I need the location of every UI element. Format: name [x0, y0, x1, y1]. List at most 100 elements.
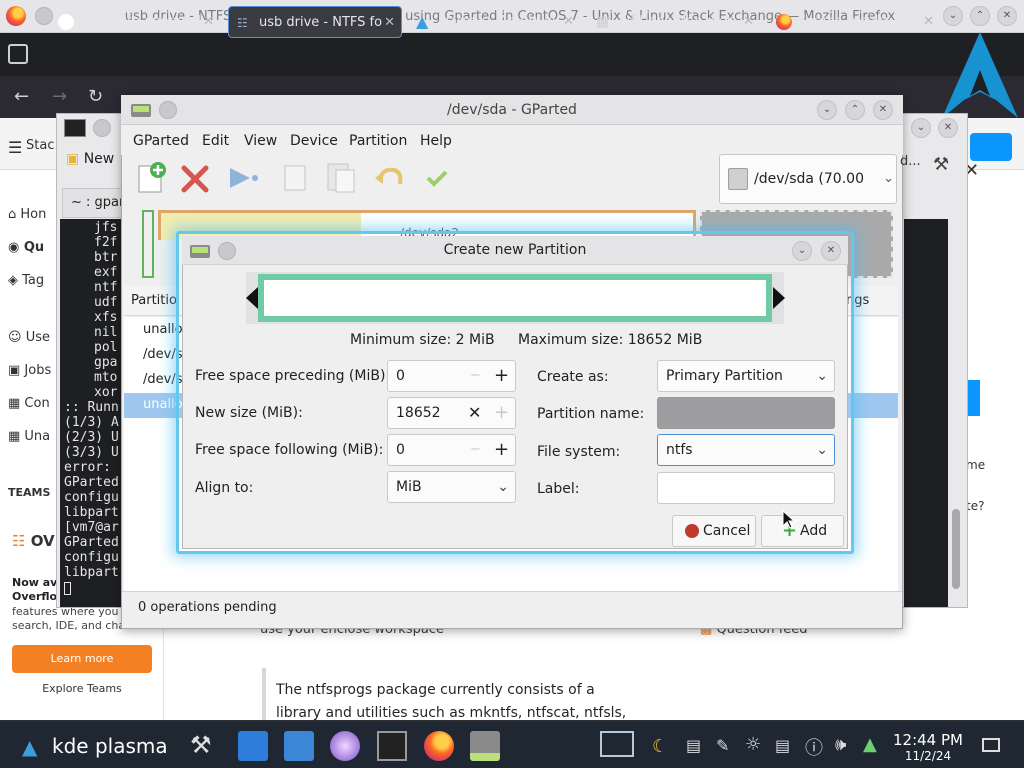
- gparted-minimize-button[interactable]: ⌄: [817, 100, 837, 120]
- sidebar-item-users[interactable]: ☺ Use: [8, 330, 50, 345]
- delete-partition-icon[interactable]: [178, 160, 212, 196]
- gparted-taskbar-icon[interactable]: [470, 731, 500, 761]
- copy-icon[interactable]: [280, 160, 314, 196]
- clock-time[interactable]: 12:44 PM: [888, 731, 968, 749]
- firefox-taskbar-icon[interactable]: [424, 731, 454, 761]
- free-following-spinner[interactable]: 0 − +: [387, 434, 516, 466]
- ask-question-button[interactable]: [966, 380, 980, 416]
- close-button[interactable]: ✕: [997, 6, 1017, 26]
- terminal-line: nil: [94, 325, 118, 340]
- menu-edit[interactable]: Edit: [202, 133, 229, 149]
- konsole-tab[interactable]: ~ : gpar: [62, 188, 122, 218]
- tab-search-results[interactable]: Search results for ' ✕: [768, 6, 940, 38]
- maximize-button[interactable]: ⌃: [970, 6, 990, 26]
- tab-addons[interactable]: ▦ Add-ons Manager ✕: [588, 6, 760, 38]
- terminal-scrollbar[interactable]: [948, 219, 964, 607]
- close-tab-icon[interactable]: ✕: [384, 7, 395, 37]
- network-icon[interactable]: ▲: [863, 734, 877, 755]
- minus-icon[interactable]: −: [470, 435, 481, 465]
- sidebar-item-companies[interactable]: ▦ Con: [8, 396, 50, 411]
- clipboard-icon[interactable]: ▤: [686, 736, 701, 755]
- minimize-button[interactable]: ⌄: [943, 6, 963, 26]
- sidebar-item-unanswered[interactable]: ▦ Una: [8, 429, 50, 444]
- forward-icon[interactable]: →: [52, 86, 67, 107]
- gparted-maximize-button[interactable]: ⌃: [845, 100, 865, 120]
- minus-icon[interactable]: ✕: [468, 398, 481, 428]
- notifications-icon[interactable]: ✎: [716, 736, 729, 755]
- partition-size-bar[interactable]: [258, 274, 772, 322]
- tab-vulkan[interactable]: vulkan to opengl d ✕: [50, 6, 220, 38]
- clock-date[interactable]: 11/2/24: [888, 749, 968, 763]
- disk-icon: [728, 168, 748, 190]
- discover-icon[interactable]: [238, 731, 268, 761]
- explore-teams-link[interactable]: Explore Teams: [12, 682, 152, 695]
- new-partition-icon[interactable]: [136, 160, 170, 196]
- left-handle-icon[interactable]: [246, 287, 258, 309]
- create-as-select[interactable]: Primary Partition ⌄: [657, 360, 835, 392]
- close-tab-icon[interactable]: ✕: [743, 6, 754, 38]
- sidebar-item-tags[interactable]: ◈ Tag: [8, 273, 44, 288]
- sidebar-item-home[interactable]: ⌂ Hon: [8, 207, 46, 222]
- brightness-icon[interactable]: ☼: [745, 734, 761, 755]
- night-color-icon[interactable]: ☾: [652, 736, 668, 757]
- label-field[interactable]: [657, 472, 835, 504]
- konsole-icon[interactable]: [377, 731, 407, 761]
- tab-list-icon[interactable]: [8, 44, 28, 64]
- tab-flatpak[interactable]: ▲ Flatpak - ArchWiki ✕: [408, 6, 580, 38]
- browser-icon[interactable]: [330, 731, 360, 761]
- map-partition-1[interactable]: [142, 210, 154, 278]
- arch-logo-icon: [942, 32, 1018, 118]
- right-handle-icon[interactable]: [773, 287, 785, 309]
- arch-launcher-icon[interactable]: ▲: [22, 735, 37, 759]
- plus-icon[interactable]: +: [494, 435, 509, 465]
- apply-icon[interactable]: [420, 160, 454, 196]
- reload-icon[interactable]: ↻: [88, 86, 103, 107]
- plus-icon[interactable]: +: [494, 361, 509, 391]
- minus-icon[interactable]: −: [470, 361, 481, 391]
- settings-tools-icon[interactable]: ⚒: [190, 731, 220, 761]
- menu-partition[interactable]: Partition: [349, 133, 407, 149]
- file-manager-icon[interactable]: [284, 731, 314, 761]
- paste-icon[interactable]: [324, 160, 358, 196]
- menu-help[interactable]: Help: [420, 133, 452, 149]
- dialog-minimize-button[interactable]: ⌄: [792, 241, 812, 261]
- konsole-menu-icon[interactable]: [93, 119, 111, 137]
- show-desktop-icon[interactable]: [982, 738, 1000, 752]
- storage-icon[interactable]: ▤: [775, 736, 790, 755]
- resize-move-icon[interactable]: [226, 160, 260, 196]
- volume-icon[interactable]: 🕪: [835, 734, 846, 755]
- konsole-new-tab[interactable]: ▣ New: [66, 151, 114, 167]
- device-selector[interactable]: /dev/sda (70.00 GiB) ⌄: [719, 154, 897, 235]
- help-icon[interactable]: ⓘ: [805, 734, 823, 760]
- menu-view[interactable]: View: [244, 133, 277, 149]
- column-partition[interactable]: Partitio: [131, 293, 177, 308]
- new-size-spinner[interactable]: 18652 ✕ +: [387, 397, 516, 429]
- add-button[interactable]: + Add: [761, 515, 844, 547]
- close-tab-icon[interactable]: ✕: [203, 6, 214, 38]
- align-select[interactable]: MiB ⌄: [387, 471, 516, 503]
- partition-name-field[interactable]: [657, 397, 835, 429]
- hamburger-icon[interactable]: ☰: [8, 138, 22, 157]
- signup-button[interactable]: [970, 133, 1012, 161]
- plus-icon[interactable]: +: [494, 398, 509, 428]
- konsole-minimize-button[interactable]: ⌄: [911, 118, 931, 138]
- tab-usb-drive[interactable]: ☷ usb drive - NTFS fo ✕: [228, 6, 402, 38]
- menu-gparted[interactable]: GParted: [133, 133, 189, 149]
- desktop-pager-icon[interactable]: [600, 731, 634, 757]
- sidebar-item-questions[interactable]: ◉ Qu: [8, 240, 44, 255]
- close-tab-icon[interactable]: ✕: [563, 6, 574, 38]
- back-icon[interactable]: ←: [14, 86, 29, 107]
- gparted-close-button[interactable]: ✕: [873, 100, 893, 120]
- free-preceding-spinner[interactable]: 0 − +: [387, 360, 516, 392]
- konsole-close-button[interactable]: ✕: [938, 118, 958, 138]
- undo-icon[interactable]: [372, 160, 406, 196]
- cancel-button[interactable]: Cancel: [672, 515, 756, 547]
- tools-icon[interactable]: ⚒: [933, 154, 949, 175]
- launcher-label[interactable]: kde plasma: [52, 734, 168, 758]
- learn-more-button[interactable]: Learn more: [12, 645, 152, 673]
- dialog-close-button[interactable]: ✕: [821, 241, 841, 261]
- close-tab-icon[interactable]: ✕: [923, 6, 934, 38]
- menu-device[interactable]: Device: [290, 133, 338, 149]
- sidebar-item-jobs[interactable]: ▣ Jobs: [8, 363, 51, 378]
- filesystem-select[interactable]: ntfs ⌄: [657, 434, 835, 466]
